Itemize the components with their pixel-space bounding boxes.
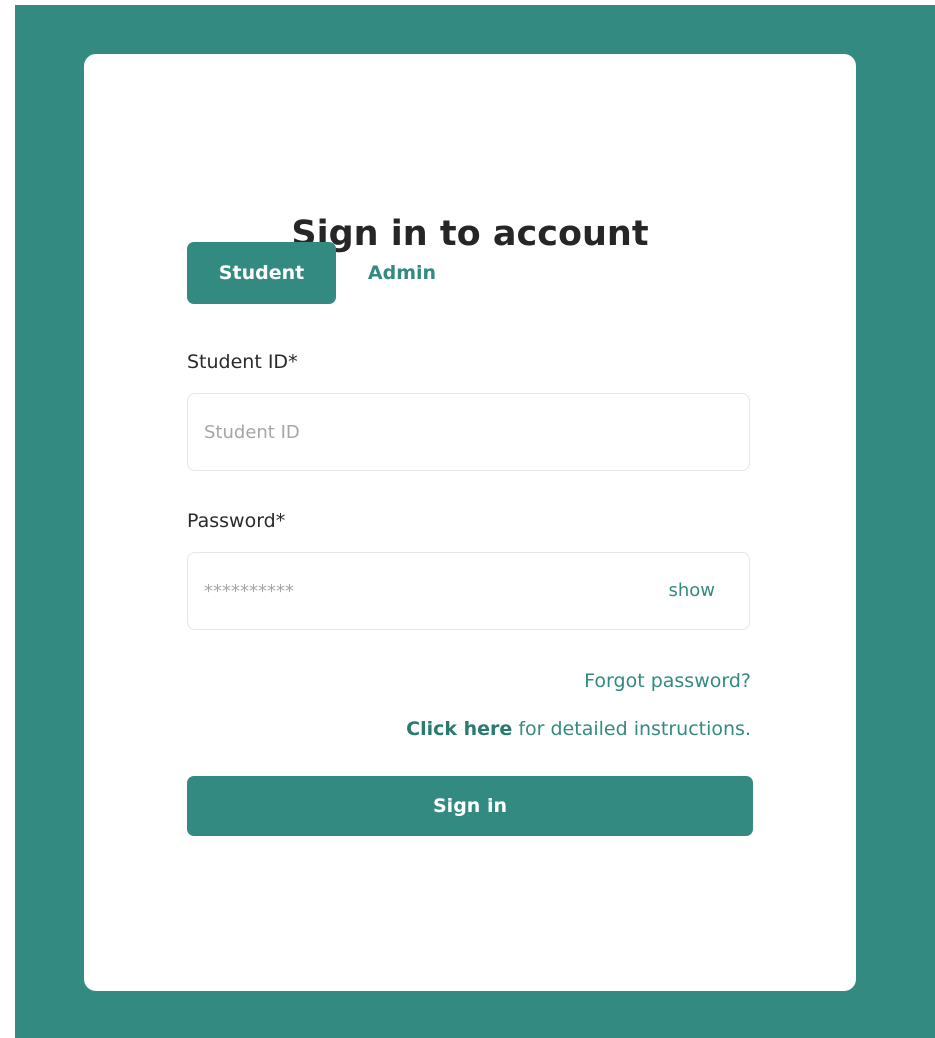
password-input[interactable]: [204, 553, 634, 629]
tab-student[interactable]: Student: [187, 242, 336, 304]
student-id-label: Student ID*: [187, 351, 298, 373]
sign-in-button[interactable]: Sign in: [187, 776, 753, 836]
student-id-input[interactable]: [204, 394, 634, 470]
instructions-suffix: for detailed instructions.: [512, 718, 751, 740]
password-label: Password*: [187, 510, 286, 532]
instructions-link[interactable]: Click here: [406, 718, 512, 740]
tab-admin[interactable]: Admin: [350, 242, 454, 304]
forgot-password-link[interactable]: Forgot password?: [584, 668, 751, 694]
password-field-container: show: [187, 552, 750, 630]
show-password-toggle[interactable]: show: [668, 553, 715, 629]
student-id-field-container: [187, 393, 750, 471]
instructions-text: Click here for detailed instructions.: [406, 716, 751, 742]
